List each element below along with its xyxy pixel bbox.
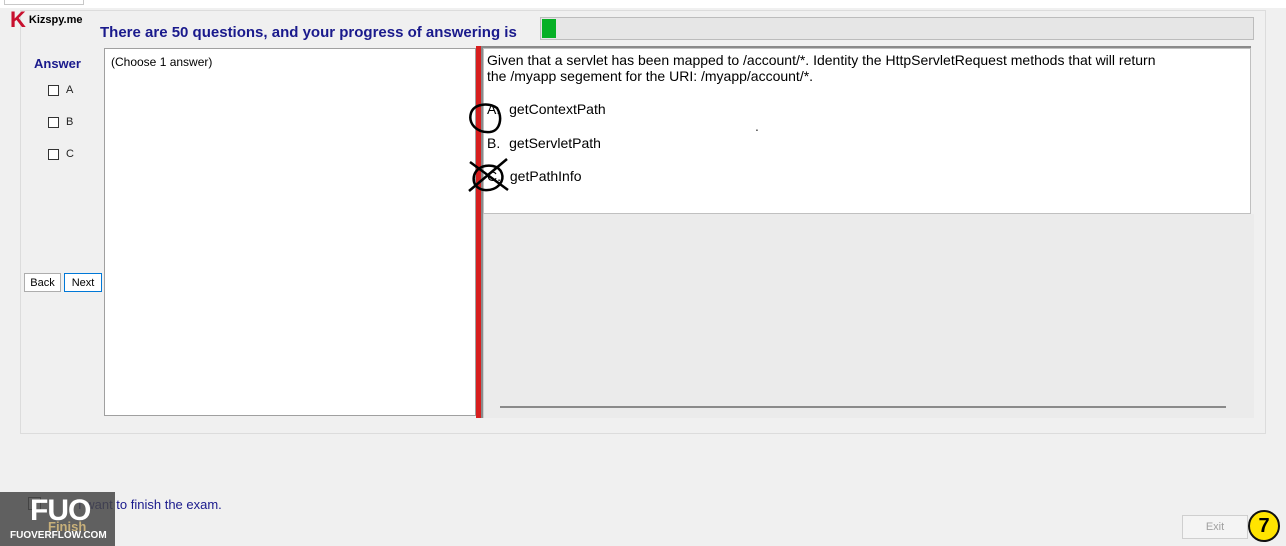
circle-mark-icon [469, 103, 502, 134]
finish-button[interactable]: Finish [48, 519, 86, 534]
lower-question-area [483, 214, 1254, 418]
horizontal-scrollbar[interactable] [500, 406, 1226, 408]
page-number-badge: 7 [1248, 510, 1280, 542]
exit-button[interactable]: Exit [1182, 515, 1248, 539]
